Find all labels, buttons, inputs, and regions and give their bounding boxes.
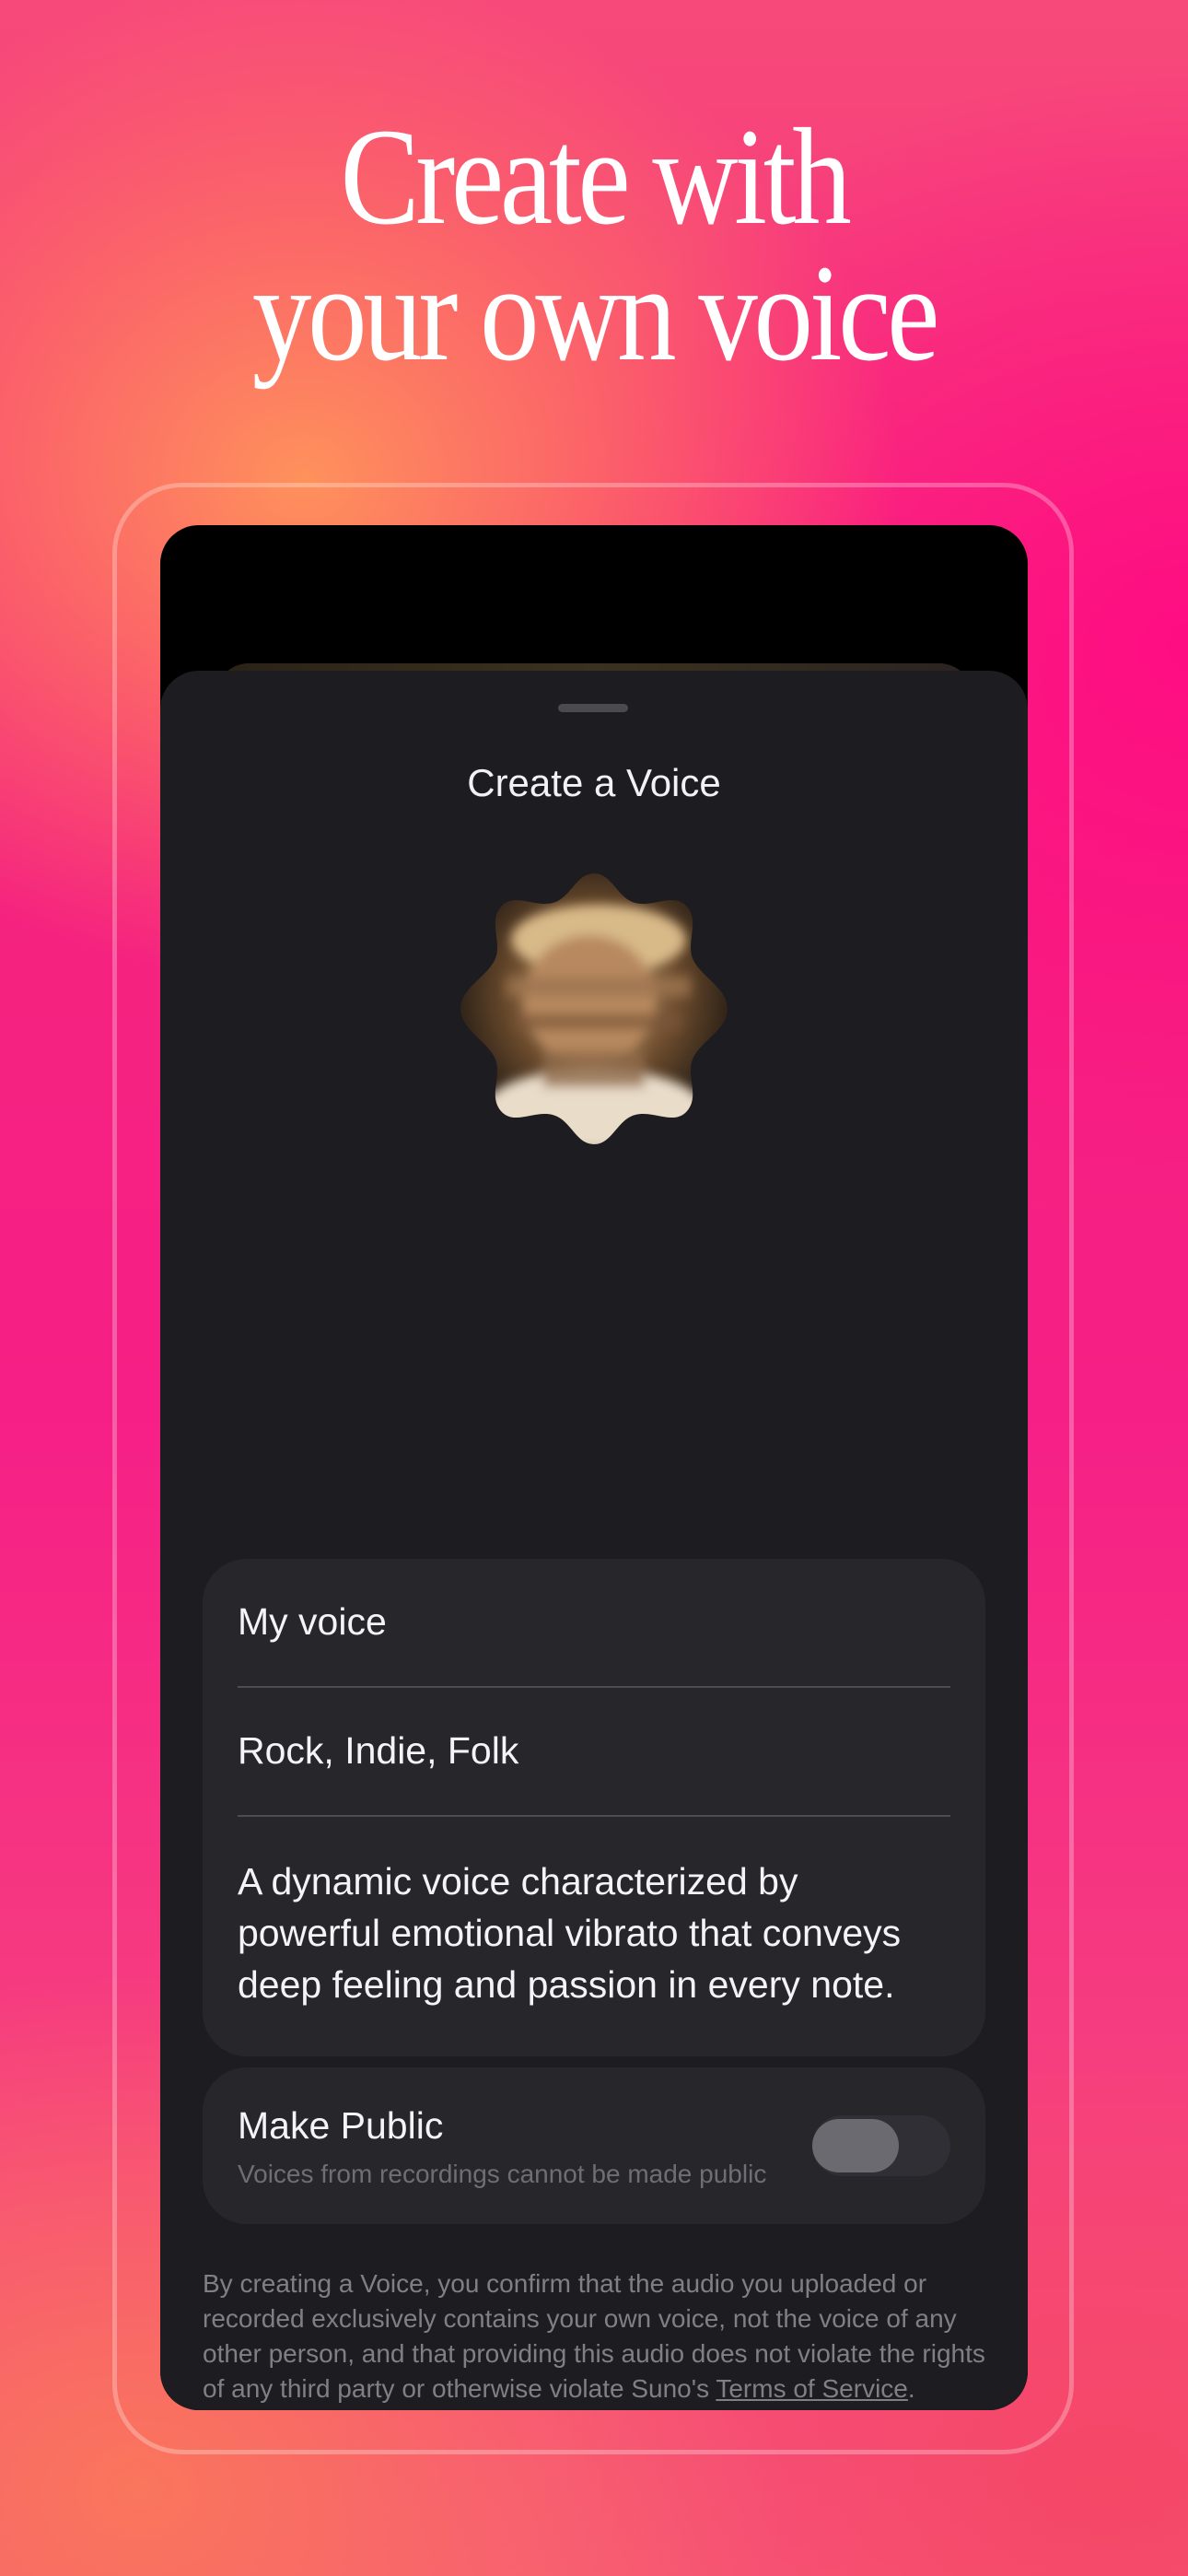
sheet-grabber[interactable] (558, 704, 628, 712)
make-public-hint: Voices from recordings cannot be made pu… (238, 2160, 767, 2188)
make-public-label: Make Public (238, 2104, 444, 2147)
voice-styles-field[interactable]: Rock, Indie, Folk (238, 1725, 950, 1776)
make-public-toggle[interactable] (812, 2115, 950, 2176)
voice-description-field[interactable]: A dynamic voice characterized by powerfu… (238, 1856, 950, 2010)
legal-disclaimer: By creating a Voice, you confirm that th… (203, 2266, 985, 2406)
voice-avatar-icon[interactable] (451, 866, 737, 1152)
make-public-row: Make Public Voices from recordings canno… (203, 2067, 985, 2224)
terms-of-service-link[interactable]: Terms of Service (716, 2374, 908, 2403)
create-voice-sheet: Create a Voice My voice Rock, Indie, Fol… (160, 671, 1028, 2410)
headline-line-1: Create with (340, 100, 852, 253)
promo-headline: Create with your own voice (83, 100, 1104, 390)
voice-name-field[interactable]: My voice (238, 1596, 950, 1647)
headline-line-2: your own voice (251, 237, 940, 390)
voice-details-card: My voice Rock, Indie, Folk A dynamic voi… (203, 1559, 985, 2056)
phone-screen: Create a Voice My voice Rock, Indie, Fol… (160, 525, 1028, 2410)
legal-end: . (907, 2374, 915, 2403)
sheet-title: Create a Voice (467, 761, 721, 804)
divider (238, 1815, 950, 1817)
divider (238, 1686, 950, 1688)
toggle-knob (812, 2119, 899, 2172)
